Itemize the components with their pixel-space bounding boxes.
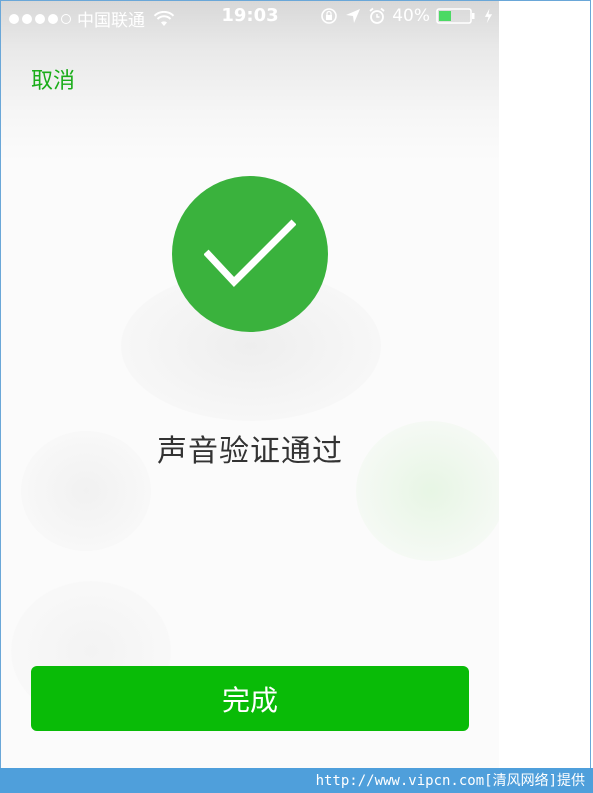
status-bar: 中国联通 19:03 40% — [1, 1, 499, 33]
battery-percent: 40% — [392, 6, 430, 26]
footer-credit: http://www.vipcn.com[清风网络]提供 — [315, 773, 585, 789]
checkmark-icon — [204, 219, 296, 288]
footer-bar: http://www.vipcn.com[清风网络]提供 — [0, 768, 593, 793]
done-button[interactable]: 完成 — [31, 666, 469, 731]
charging-bolt-icon — [484, 8, 493, 24]
location-arrow-icon — [346, 9, 361, 23]
cancel-button[interactable]: 取消 — [31, 63, 75, 95]
success-badge — [172, 176, 328, 332]
rotation-lock-icon — [321, 8, 338, 24]
verification-message: 声音验证通过 — [157, 434, 343, 469]
battery-icon — [436, 8, 475, 24]
alarm-icon — [369, 7, 385, 24]
phone-screen: 中国联通 19:03 40% 取消 声音验证通过 完成 — [1, 1, 499, 768]
